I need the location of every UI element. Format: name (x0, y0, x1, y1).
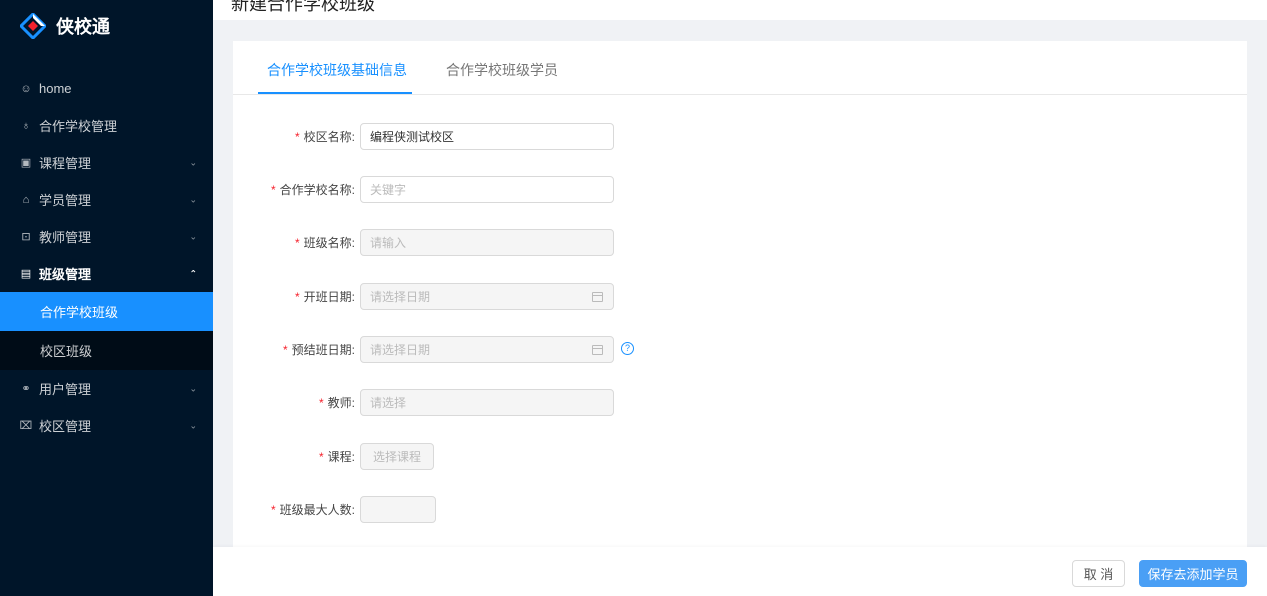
sidebar-item-campus[interactable]: ⌧ 校区管理 ⌄ (0, 407, 213, 444)
select-course-button[interactable]: 选择课程 (360, 443, 434, 470)
logo-icon (18, 11, 48, 41)
teacher-icon: ⊡ (21, 231, 31, 243)
sidebar-item-label: 班级管理 (39, 267, 92, 282)
user-icon: ⚭ (21, 383, 31, 395)
sidebar-item-label: 用户管理 (39, 382, 92, 397)
sidebar-subitem-label: 合作学校班级 (40, 305, 119, 320)
sidebar-item-label: 教师管理 (39, 230, 92, 245)
sidebar-item-user[interactable]: ⚭ 用户管理 ⌄ (0, 370, 213, 407)
form-row-end-date: * 预结班日期: 请选择日期 ? (233, 336, 653, 363)
campus-input[interactable]: 编程侠测试校区 (360, 123, 614, 150)
sidebar-item-home[interactable]: ☺ home (0, 70, 213, 107)
action-footer: 取 消 保存去添加学员 (213, 547, 1267, 596)
sidebar-item-class[interactable]: ▤ 班级管理 ⌃ (0, 255, 213, 292)
school-icon: ♁ (21, 119, 31, 132)
chevron-down-icon: ⌄ (189, 383, 197, 393)
sidebar-item-label: 校区管理 (39, 419, 92, 434)
campus-label: * 校区名称: (294, 130, 355, 144)
sidebar-item-partner-school[interactable]: ♁ 合作学校管理 (0, 107, 213, 144)
tab-basic-info[interactable]: 合作学校班级基础信息 (267, 60, 407, 80)
chevron-up-icon: ⌃ (189, 268, 197, 278)
class-submenu: 合作学校班级 校区班级 (0, 292, 213, 370)
teacher-select[interactable]: 请选择 (360, 389, 614, 416)
class-name-input[interactable]: 请输入 (360, 229, 614, 256)
sidebar-item-label: 合作学校管理 (39, 119, 118, 134)
max-students-label: * 班级最大人数: (270, 503, 355, 517)
cancel-button[interactable]: 取 消 (1072, 560, 1125, 587)
sidebar-subitem-campus-class[interactable]: 校区班级 (0, 331, 213, 370)
sidebar-item-label: 学员管理 (39, 193, 92, 208)
campus-icon: ⌧ (19, 420, 33, 432)
form-card: 合作学校班级基础信息 合作学校班级学员 * 校区名称: 编程侠测试校区 * 合作学校… (233, 41, 1247, 547)
sidebar-subitem-partner-class[interactable]: 合作学校班级 (0, 292, 213, 331)
chevron-down-icon: ⌄ (189, 420, 197, 430)
page-title: 新建合作学校班级 (231, 0, 375, 14)
sidebar-item-label: 课程管理 (39, 156, 92, 171)
tab-bar: 合作学校班级基础信息 合作学校班级学员 (233, 41, 1247, 95)
app-name: 侠校通 (56, 17, 110, 37)
tab-active-indicator (258, 92, 412, 94)
school-label: * 合作学校名称: (270, 183, 355, 197)
chevron-down-icon: ⌄ (189, 157, 197, 167)
start-date-picker[interactable]: 请选择日期 (360, 283, 614, 310)
question-circle-icon[interactable]: ? (621, 342, 634, 355)
class-name-label: * 班级名称: (294, 236, 355, 250)
start-date-label: * 开班日期: (294, 290, 355, 304)
teacher-label: * 教师: (318, 396, 355, 410)
page-header: 新建合作学校班级 (213, 0, 1267, 20)
chevron-down-icon: ⌄ (189, 231, 197, 241)
calendar-icon (592, 291, 603, 302)
save-and-add-students-button[interactable]: 保存去添加学员 (1139, 560, 1247, 587)
max-students-input[interactable] (360, 496, 436, 523)
class-icon: ▤ (20, 268, 32, 280)
sidebar-item-course[interactable]: ▣ 课程管理 ⌄ (0, 144, 213, 181)
chevron-down-icon: ⌄ (189, 194, 197, 204)
tab-class-students[interactable]: 合作学校班级学员 (446, 60, 558, 80)
course-label: * 课程: (318, 450, 355, 464)
side-menu: ☺ home ♁ 合作学校管理 ▣ 课程管理 ⌄ ⌂ 学员管理 ⌄ ⊡ 教师管理… (0, 70, 213, 444)
sidebar-subitem-label: 校区班级 (40, 344, 93, 359)
student-icon: ⌂ (22, 193, 30, 206)
smile-icon: ☺ (20, 82, 32, 95)
calendar-icon (592, 344, 603, 355)
end-date-picker[interactable]: 请选择日期 (360, 336, 614, 363)
logo[interactable]: 侠校通 (0, 0, 213, 52)
school-search-input[interactable]: 关键字 (360, 176, 614, 203)
sidebar-item-student[interactable]: ⌂ 学员管理 ⌄ (0, 181, 213, 218)
sidebar: 侠校通 ☺ home ♁ 合作学校管理 ▣ 课程管理 ⌄ ⌂ 学员管理 ⌄ ⊡ … (0, 0, 213, 596)
book-icon: ▣ (20, 157, 32, 169)
sidebar-item-teacher[interactable]: ⊡ 教师管理 ⌄ (0, 218, 213, 255)
end-date-label: * 预结班日期: (282, 343, 355, 357)
sidebar-item-label: home (39, 81, 72, 96)
